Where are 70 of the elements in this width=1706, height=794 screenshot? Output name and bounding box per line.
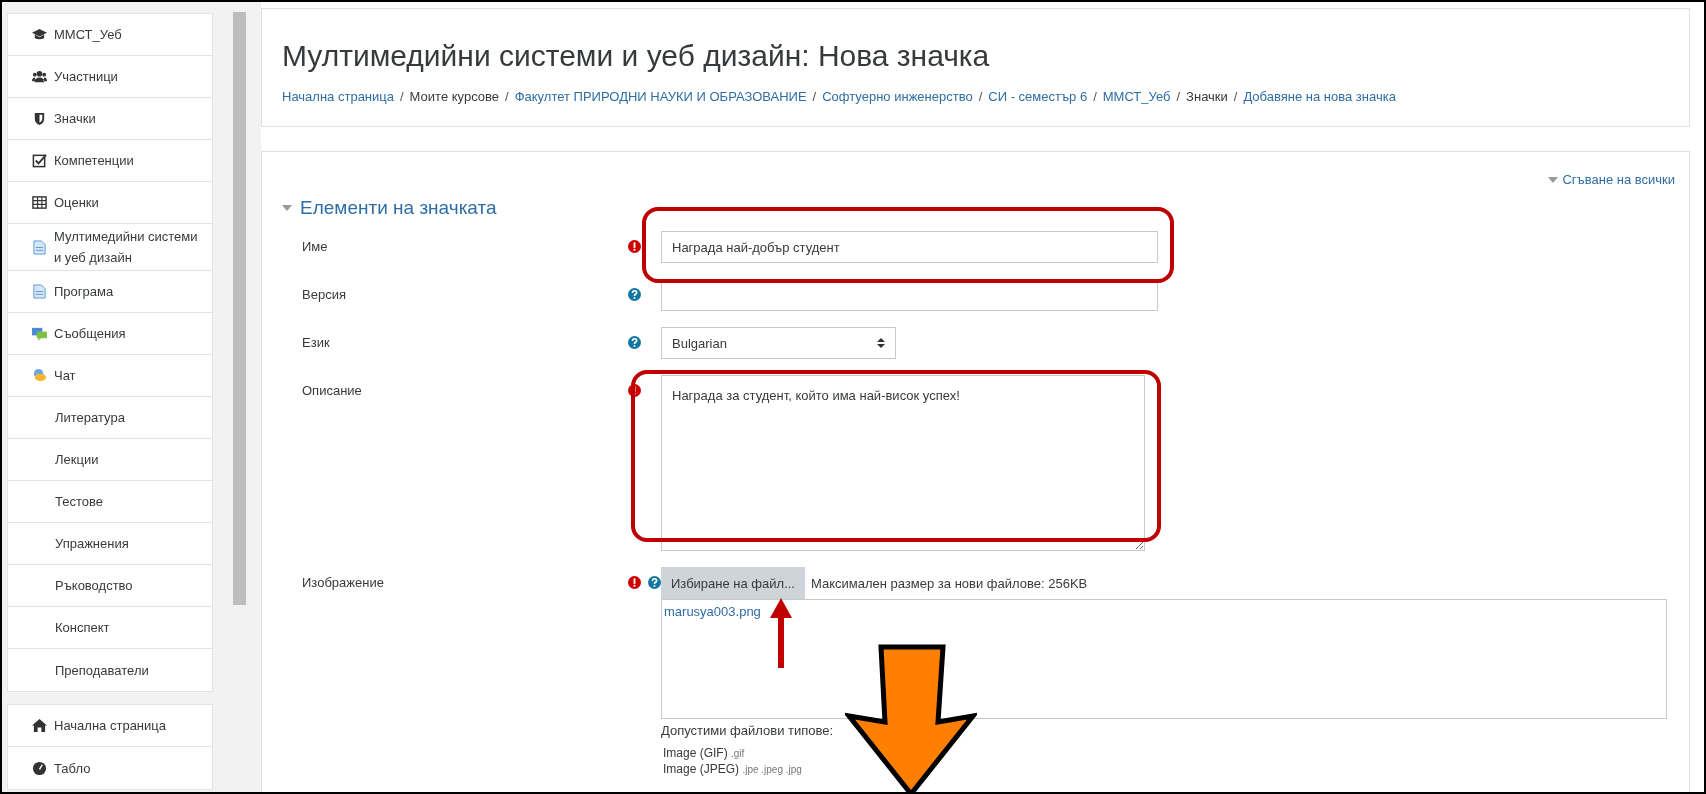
nav-item[interactable]: Ръководство	[8, 565, 212, 607]
nav-item[interactable]: Начална страница	[8, 705, 212, 747]
field-label: Име	[302, 238, 329, 254]
breadcrumb-separator: /	[1093, 89, 1097, 104]
help-icon[interactable]	[628, 288, 641, 301]
nav-item[interactable]: Литература	[8, 397, 212, 439]
nav-item[interactable]: Участници	[8, 56, 212, 98]
field-label: Изображение	[302, 574, 385, 590]
sort-caret-icon	[877, 337, 885, 349]
file-drop-area[interactable]: marusya003.png	[661, 599, 1667, 719]
nav-item[interactable]: Чат	[8, 355, 212, 397]
table-icon	[32, 195, 47, 210]
nav-item[interactable]: Оценки	[8, 182, 212, 224]
breadcrumb-separator: /	[1233, 89, 1238, 104]
language-select[interactable]: Bulgarian	[661, 327, 896, 359]
breadcrumb-link[interactable]: Факултет ПРИРОДНИ НАУКИ И ОБРАЗОВАНИЕ	[514, 89, 807, 104]
chat-bubble-icon	[32, 368, 47, 383]
field-label: Описание	[302, 382, 363, 398]
gauge-icon	[32, 760, 47, 776]
nav-item[interactable]: Компетенции	[8, 140, 212, 182]
chat-icon	[32, 326, 47, 341]
document-icon	[32, 284, 47, 299]
file-type-text: Image (GIF) .gif	[663, 746, 746, 761]
file-link[interactable]: marusya003.png	[664, 604, 761, 619]
shield-icon	[32, 111, 47, 126]
collapse-all-link[interactable]: Сгъване на всички	[1548, 172, 1675, 187]
breadcrumb-separator: /	[812, 89, 817, 104]
document-icon	[32, 239, 47, 255]
home-icon	[32, 718, 47, 733]
breadcrumb-text: Значки	[1186, 89, 1228, 104]
field-label: Версия	[302, 286, 347, 302]
breadcrumb-separator: /	[1176, 89, 1181, 104]
nav-item[interactable]: Съобщения	[8, 313, 212, 355]
nav-item[interactable]: Програма	[8, 271, 212, 313]
checkbox-icon	[32, 153, 47, 168]
accepted-types-label: Допустими файлови типове:	[661, 723, 835, 738]
nav-item[interactable]: Мултимедийни системи и уеб дизайн	[8, 224, 212, 271]
graduation-cap-icon	[32, 27, 47, 42]
users-icon	[32, 69, 47, 84]
pointer-arrow	[770, 598, 792, 668]
breadcrumb-separator: /	[505, 89, 509, 104]
breadcrumb-link[interactable]: Софтуерно инженерство	[822, 89, 973, 104]
help-icon[interactable]	[648, 576, 661, 589]
scrollbar[interactable]	[233, 12, 246, 605]
help-icon[interactable]	[628, 336, 641, 349]
file-type-text: Image (JPEG) .jpe .jpeg .jpg	[663, 762, 803, 777]
choose-file-button[interactable]: Избиране на файл...	[661, 567, 805, 599]
field-label: Език	[302, 334, 331, 350]
breadcrumb-link[interactable]: Начална страница	[282, 89, 394, 104]
breadcrumb-link[interactable]: ММСТ_Уеб	[1102, 89, 1171, 104]
nav-item[interactable]: Преподаватели	[8, 649, 212, 691]
nav-item[interactable]: Табло	[8, 747, 212, 789]
nav-item[interactable]: ММСТ_Уеб	[8, 14, 212, 56]
page-title: Мултимедийни системи и уеб дизайн: Нова значка	[282, 39, 991, 73]
breadcrumb-separator: /	[978, 89, 983, 104]
description-field[interactable]: Награда за студент, който има най-висок успех!	[661, 375, 1145, 551]
breadcrumb-text: Моите курсове	[409, 89, 499, 104]
section-header[interactable]: Елементи на значката	[282, 187, 1675, 219]
text-field[interactable]: Награда най-добър студент	[661, 231, 1158, 263]
caret-icon	[1548, 175, 1559, 184]
nav-item[interactable]: Лекции	[8, 439, 212, 481]
nav-item[interactable]: Упражнения	[8, 523, 212, 565]
nav-item[interactable]: Конспект	[8, 607, 212, 649]
nav-item[interactable]: Тестове	[8, 481, 212, 523]
breadcrumb-link[interactable]: СИ - семестър 6	[988, 89, 1088, 104]
nav-item[interactable]: Значки	[8, 98, 212, 140]
breadcrumb-link[interactable]: Добавяне на нова значка	[1243, 89, 1396, 104]
max-size-text: Максимален размер за нови файлове: 256KB	[811, 575, 1088, 591]
breadcrumb-separator: /	[400, 89, 404, 104]
caret-icon	[282, 204, 292, 212]
